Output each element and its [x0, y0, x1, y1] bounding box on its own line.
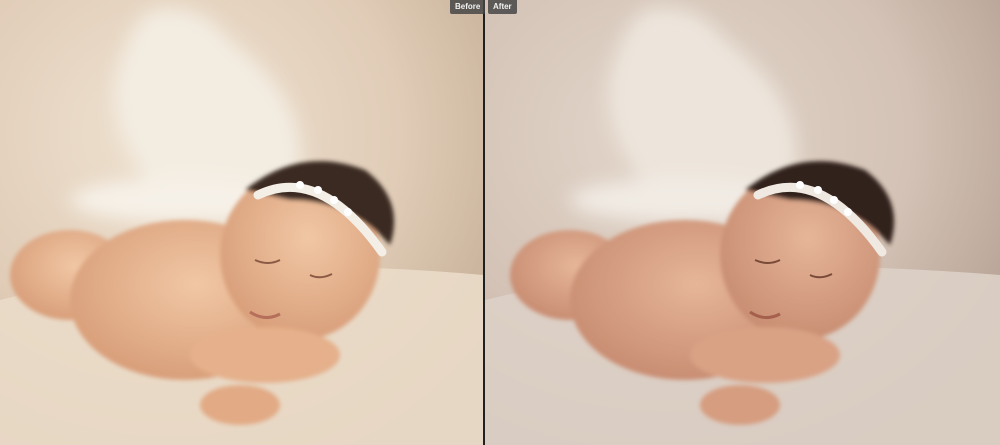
after-pane: [485, 0, 1000, 445]
after-label: After: [488, 0, 517, 14]
after-photo: [485, 0, 1000, 445]
before-pane: [0, 0, 483, 445]
before-after-compare: Before After: [0, 0, 1000, 445]
split-divider[interactable]: [483, 0, 485, 445]
before-label: Before: [450, 0, 486, 14]
before-photo: [0, 0, 483, 445]
